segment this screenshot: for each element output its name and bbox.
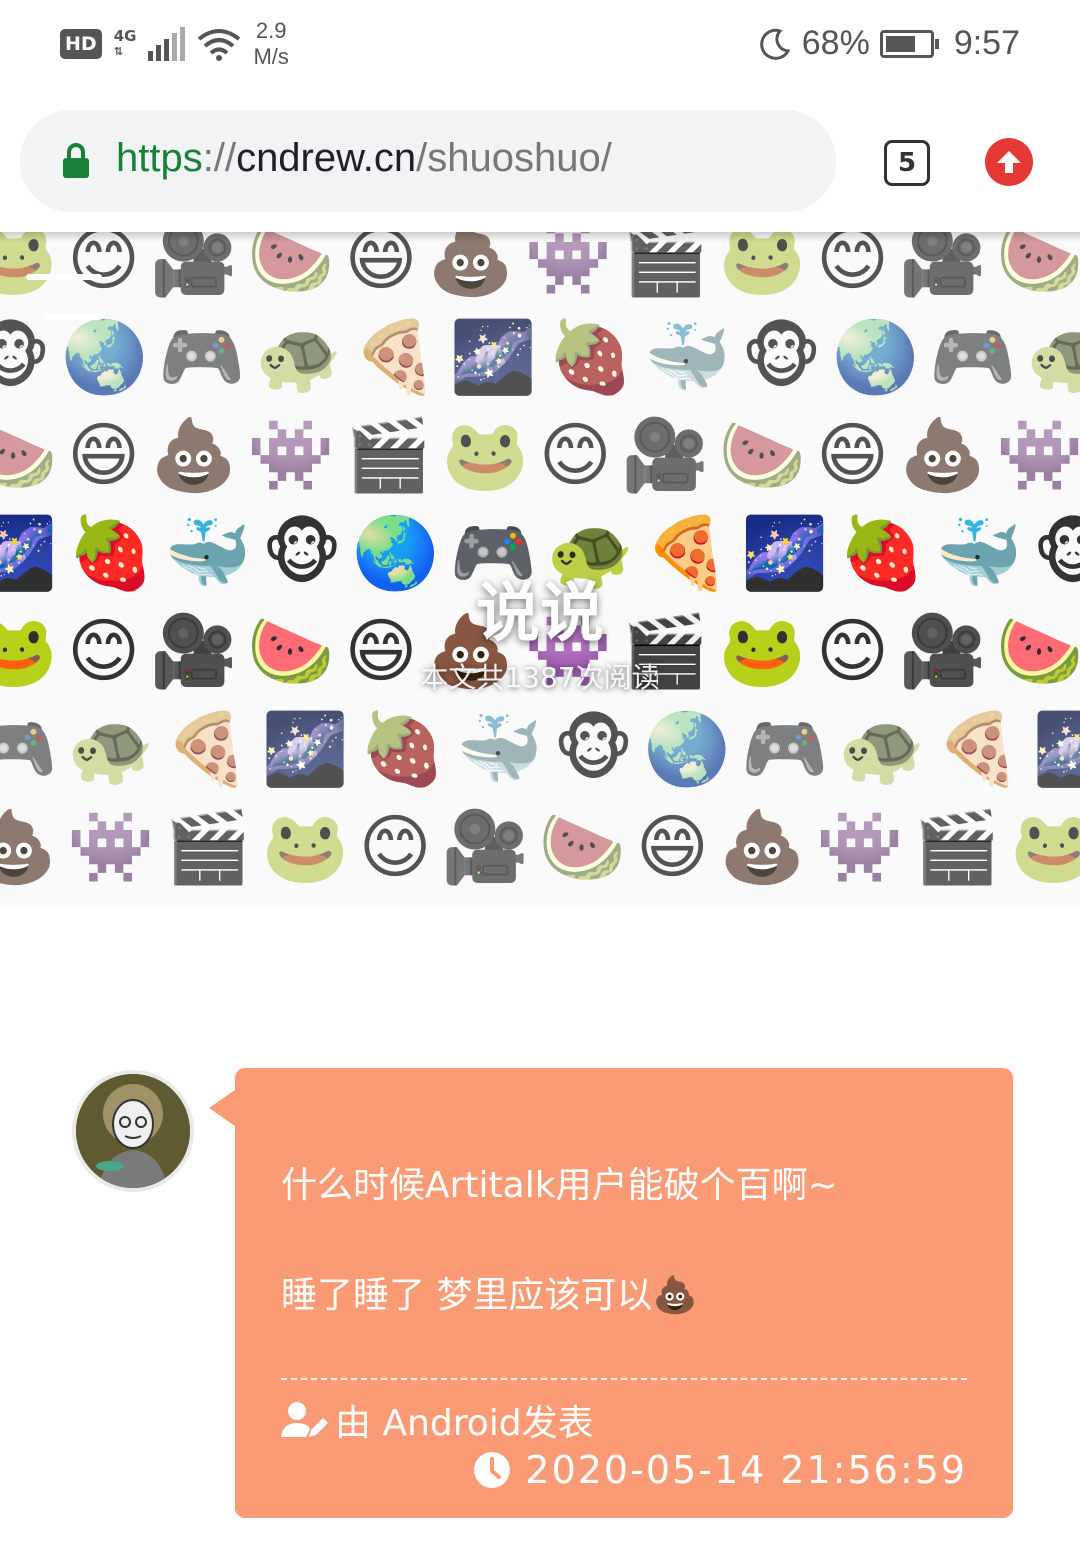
emoji-pattern-row: 🎮🐢🍕🌌🍓🐳🐵🌏🎮🐢🍕🌌 (0, 708, 1080, 790)
url-text[interactable]: https://cndrew.cn/shuoshuo/ (116, 136, 612, 181)
tab-count: 5 (897, 148, 917, 178)
post-card: 什么时候Artitalk用户能破个百啊~ 睡了睡了 梦里应该可以💩 由 Andr… (209, 1068, 1013, 1518)
status-bar: HD 4G ⇅ 2.9 M/s 68% 9:57 (0, 0, 1080, 92)
data-arrows-icon: ⇅ (113, 45, 123, 58)
emoji-pattern-row: 🐸😊🎥🍉😄💩👾🎬🐸😊🎥🍉 (0, 232, 1080, 300)
lock-icon (63, 143, 89, 178)
hero-banner: 🐸😊🎥🍉😄💩👾🎬🐸😊🎥🍉 🐵🌏🎮🐢🍕🌌🍓🐳🐵🌏🎮🐢 🍉😄💩👾🎬🐸😊🎥🍉😄💩👾 🌌… (0, 232, 1080, 908)
address-bar[interactable]: https://cndrew.cn/shuoshuo/ (20, 110, 836, 212)
tab-switcher-button[interactable]: 5 (884, 140, 930, 186)
post-text-line: 什么时候Artitalk用户能破个百啊~ (281, 1165, 838, 1206)
speed-value: 2.9 (255, 18, 287, 43)
arrow-up-icon (997, 151, 1021, 173)
url-scheme: https (116, 136, 203, 180)
post-divider (281, 1378, 967, 1380)
battery-percent: 68% (801, 24, 870, 62)
user-edit-icon (281, 1402, 328, 1437)
emoji-pattern-row: 🍉😄💩👾🎬🐸😊🎥🍉😄💩👾 (0, 414, 1080, 496)
status-left: HD 4G ⇅ 2.9 M/s (60, 18, 289, 70)
device-label: 由 Android发表 (335, 1403, 594, 1444)
avatar-image (76, 1074, 190, 1188)
toolbar-shadow (0, 232, 1080, 242)
post-datetime: 2020-05-14 21:56:59 (525, 1448, 967, 1492)
avatar[interactable] (72, 1070, 194, 1192)
emoji-pattern-row: 💩👾🎬🐸😊🎥🍉😄💩👾🎬🐸 (0, 806, 1080, 888)
network-type: 4G ⇅ (114, 28, 137, 60)
emoji-pattern-row: 🐵🌏🎮🐢🍕🌌🍓🐳🐵🌏🎮🐢 (0, 316, 1080, 398)
page-title: 说说 (476, 577, 604, 651)
menu-icon[interactable] (26, 274, 102, 354)
hd-indicator: HD (60, 29, 102, 59)
speed-unit: M/s (253, 44, 289, 69)
moon-icon (759, 28, 791, 60)
network-label: 4G (113, 27, 137, 45)
url-host: cndrew.cn (236, 136, 417, 180)
url-path: /shuoshuo/ (416, 136, 612, 180)
url-separator: :// (202, 136, 237, 180)
battery-icon (879, 29, 939, 58)
post-time: 2020-05-14 21:56:59 (473, 1448, 967, 1492)
status-right: 68% 9:57 (758, 24, 1020, 63)
post-text-line: 睡了睡了 梦里应该可以💩 (281, 1275, 698, 1316)
network-speed: 2.9 M/s (253, 18, 288, 70)
read-count: 本文共1387次阅读 (420, 661, 660, 694)
clock-icon (474, 1452, 511, 1488)
wifi-icon (198, 29, 241, 61)
clock: 9:57 (953, 24, 1020, 62)
upload-button[interactable] (985, 138, 1033, 186)
signal-icon (148, 27, 186, 61)
post-device: 由 Android发表 (281, 1394, 594, 1446)
